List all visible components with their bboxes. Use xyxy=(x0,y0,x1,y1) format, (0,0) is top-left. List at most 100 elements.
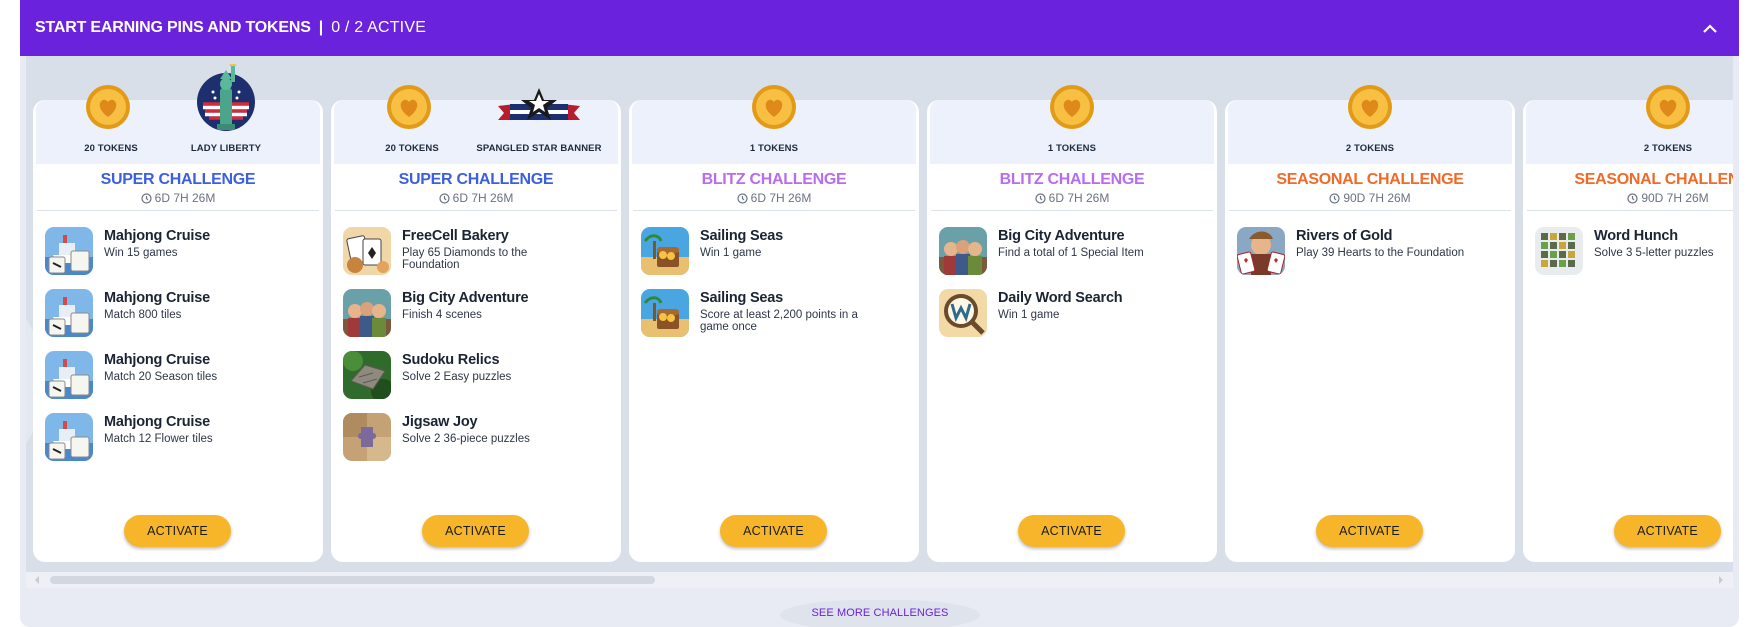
scroll-left-arrow-icon[interactable] xyxy=(32,575,42,585)
task-description: Find a total of 1 Special Item xyxy=(998,247,1144,259)
freecell-bakery-game-icon xyxy=(343,227,391,275)
mahjong-cruise-game-icon xyxy=(45,289,93,337)
activate-button[interactable]: ACTIVATE xyxy=(124,515,231,547)
token-coin-icon xyxy=(387,85,431,129)
challenge-title: BLITZ CHALLENGE xyxy=(999,171,1145,188)
challenge-timer: 6D 7H 26M xyxy=(629,191,919,205)
token-coin-icon xyxy=(86,85,130,129)
game-name: Big City Adventure xyxy=(402,290,529,306)
scrollbar-thumb[interactable] xyxy=(50,576,655,584)
card-divider xyxy=(931,210,1213,211)
challenge-title: SUPER CHALLENGE xyxy=(100,171,256,188)
task-description: Match 800 tiles xyxy=(104,309,182,321)
task-item[interactable]: Sailing Seas Win 1 game xyxy=(641,227,911,277)
lady-liberty-pin-icon xyxy=(197,64,255,131)
clock-icon xyxy=(1035,193,1046,204)
clock-icon xyxy=(1329,193,1340,204)
activate-button[interactable]: ACTIVATE xyxy=(1614,515,1721,547)
card-divider xyxy=(1527,210,1733,211)
task-item[interactable]: Sudoku Relics Solve 2 Easy puzzles xyxy=(343,351,613,401)
task-description: Match 12 Flower tiles xyxy=(104,433,213,445)
game-name: Mahjong Cruise xyxy=(104,414,210,430)
activate-button[interactable]: ACTIVATE xyxy=(720,515,827,547)
task-item[interactable]: Big City Adventure Find a total of 1 Spe… xyxy=(939,227,1209,277)
activate-button[interactable]: ACTIVATE xyxy=(1316,515,1423,547)
reward-strip: 1 TOKENS xyxy=(930,85,1214,164)
task-description: Finish 4 scenes xyxy=(402,309,482,321)
challenge-card-blitz-2: 1 TOKENS BLITZ CHALLENGE 6D 7H 26M Big C… xyxy=(927,85,1217,562)
timer-text: 6D 7H 26M xyxy=(750,191,812,205)
tokens-label: 20 TOKENS xyxy=(385,143,439,154)
game-name: Sailing Seas xyxy=(700,228,784,244)
challenge-card-super-2: 20 TOKENS SPANGLED STAR BANNER SUPER CHA… xyxy=(331,85,621,562)
daily-word-search-game-icon xyxy=(939,289,987,337)
game-name: Mahjong Cruise xyxy=(104,352,210,368)
activate-button[interactable]: ACTIVATE xyxy=(422,515,529,547)
timer-text: 90D 7H 26M xyxy=(1343,191,1411,205)
mahjong-cruise-game-icon xyxy=(45,413,93,461)
token-coin-icon xyxy=(1348,85,1392,129)
task-description: Solve 2 Easy puzzles xyxy=(402,371,512,383)
task-description: Solve 2 36-piece puzzles xyxy=(402,433,530,445)
task-item[interactable]: Jigsaw Joy Solve 2 36-piece puzzles xyxy=(343,413,613,463)
challenge-card-seasonal-1: 2 TOKENS SEASONAL CHALLENGE 90D 7H 26M R… xyxy=(1225,85,1515,562)
task-description: Play 39 Hearts to the Foundation xyxy=(1296,247,1465,259)
see-more-challenges-link[interactable]: SEE MORE CHALLENGES xyxy=(780,607,980,619)
clock-icon xyxy=(1627,193,1638,204)
task-item[interactable]: Word Hunch Solve 3 5-letter puzzles xyxy=(1535,227,1733,277)
horizontal-scrollbar[interactable] xyxy=(26,572,1733,588)
task-item[interactable]: Mahjong Cruise Win 15 games xyxy=(45,227,315,277)
game-name: Sudoku Relics xyxy=(402,352,500,368)
task-description: Solve 3 5-letter puzzles xyxy=(1594,247,1714,259)
header-separator: | xyxy=(318,19,324,36)
task-item[interactable]: Mahjong Cruise Match 20 Season tiles xyxy=(45,351,315,401)
challenge-timer: 90D 7H 26M xyxy=(1523,191,1733,205)
game-name: Jigsaw Joy xyxy=(402,414,478,430)
big-city-adventure-game-icon xyxy=(939,227,987,275)
task-item[interactable]: Big City Adventure Finish 4 scenes xyxy=(343,289,613,339)
activate-button[interactable]: ACTIVATE xyxy=(1018,515,1125,547)
header-title: START EARNING PINS AND TOKENS xyxy=(35,19,311,36)
active-count: 0 / 2 ACTIVE xyxy=(331,19,427,36)
task-item[interactable]: FreeCell Bakery Play 65 Diamonds to the … xyxy=(343,227,613,277)
game-name: Mahjong Cruise xyxy=(104,290,210,306)
timer-text: 6D 7H 26M xyxy=(154,191,216,205)
token-coin-icon xyxy=(1050,85,1094,129)
reward-strip: 20 TOKENS SPANGLED STAR BANNER xyxy=(334,85,618,164)
jigsaw-joy-game-icon xyxy=(343,413,391,461)
challenge-card-super-1: 20 TOKENS LADY LIBERTY SUPER CHALLENGE 6… xyxy=(33,64,323,562)
tokens-label: 2 TOKENS xyxy=(1643,143,1693,154)
carousel-prev-chevron-left-icon[interactable] xyxy=(26,364,30,394)
challenge-timer: 90D 7H 26M xyxy=(1225,191,1515,205)
challenges-header[interactable]: START EARNING PINS AND TOKENS | 0 / 2 AC… xyxy=(20,0,1739,56)
card-divider xyxy=(633,210,915,211)
timer-text: 90D 7H 26M xyxy=(1641,191,1709,205)
token-coin-icon xyxy=(1646,85,1690,129)
sailing-seas-game-icon xyxy=(641,227,689,275)
rivers-of-gold-game-icon xyxy=(1237,227,1285,275)
reward-strip: 1 TOKENS xyxy=(632,85,916,164)
tokens-label: 1 TOKENS xyxy=(749,143,799,154)
spangled-star-banner-pin-icon xyxy=(498,88,580,120)
game-name: Sailing Seas xyxy=(700,290,784,306)
task-description: Play 65 Diamonds to the Foundation xyxy=(402,247,528,271)
task-item[interactable]: Rivers of Gold Play 39 Hearts to the Fou… xyxy=(1237,227,1507,277)
task-item[interactable]: Daily Word Search Win 1 game xyxy=(939,289,1209,339)
card-divider xyxy=(1229,210,1511,211)
game-name: Mahjong Cruise xyxy=(104,228,210,244)
challenge-timer: 6D 7H 26M xyxy=(33,191,323,205)
task-description: Score at least 2,200 points in a game on… xyxy=(700,309,858,333)
task-description: Win 1 game xyxy=(700,247,762,259)
collapse-chevron-up-icon[interactable] xyxy=(1699,17,1721,39)
timer-text: 6D 7H 26M xyxy=(452,191,514,205)
challenge-title: SUPER CHALLENGE xyxy=(398,171,554,188)
scroll-right-arrow-icon[interactable] xyxy=(1716,575,1726,585)
token-coin-icon xyxy=(752,85,796,129)
game-name: Big City Adventure xyxy=(998,228,1125,244)
task-item[interactable]: Mahjong Cruise Match 800 tiles xyxy=(45,289,315,339)
challenge-title: SEASONAL CHALLENGE xyxy=(1276,171,1464,188)
task-item[interactable]: Mahjong Cruise Match 12 Flower tiles xyxy=(45,413,315,463)
task-item[interactable]: Sailing Seas Score at least 2,200 points… xyxy=(641,289,911,339)
reward-strip: 2 TOKENS xyxy=(1228,85,1512,164)
clock-icon xyxy=(439,193,450,204)
